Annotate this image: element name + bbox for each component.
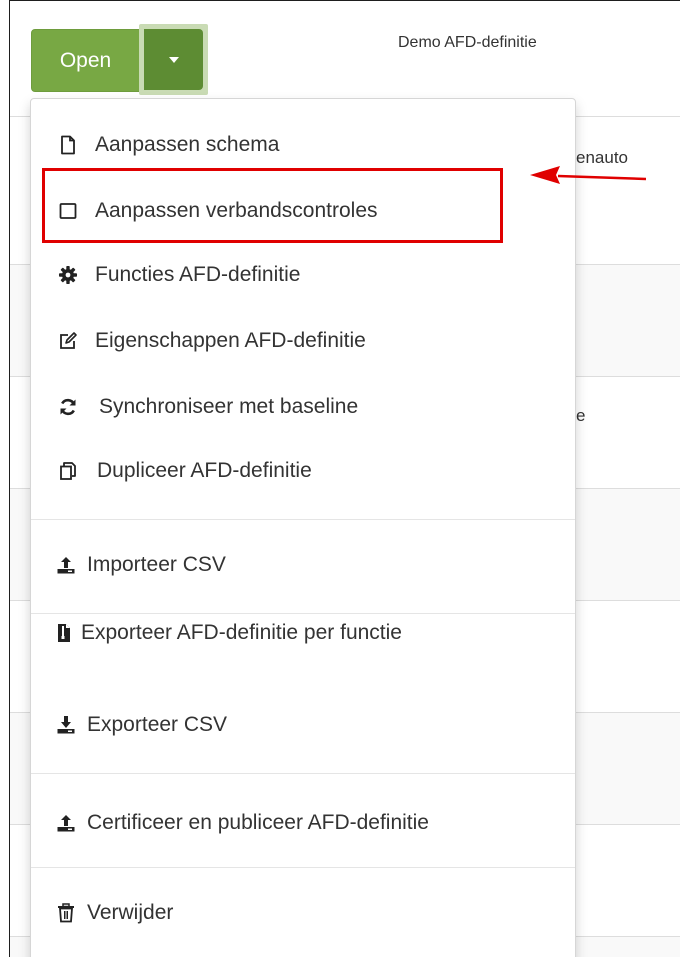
- menu-item-label: Eigenschappen AFD-definitie: [95, 329, 366, 352]
- refresh-icon: [55, 394, 81, 420]
- square-outline-icon: [55, 198, 81, 224]
- menu-item-certificeer[interactable]: Certificeer en publiceer AFD-definitie: [31, 801, 575, 845]
- dropdown-toggle-button[interactable]: [139, 24, 208, 95]
- menu-item-synchroniseer[interactable]: Synchroniseer met baseline: [31, 385, 575, 429]
- menu-divider: [31, 867, 575, 868]
- file-outline-icon: [55, 132, 81, 158]
- menu-item-functies[interactable]: Functies AFD-definitie: [31, 253, 575, 297]
- menu-item-label: Importeer CSV: [87, 553, 226, 576]
- menu-item-label: Aanpassen verbandscontroles: [95, 199, 378, 222]
- menu-item-dupliceer[interactable]: Dupliceer AFD-definitie: [31, 449, 575, 493]
- menu-item-label: Exporteer CSV: [87, 713, 228, 736]
- caret-down-icon: [168, 56, 179, 63]
- menu-divider: [31, 773, 575, 774]
- copy-icon: [55, 458, 81, 484]
- menu-item-aanpassen-schema[interactable]: Aanpassen schema: [31, 123, 575, 167]
- table-cell-text: e: [576, 406, 586, 425]
- trash-icon: [53, 900, 79, 926]
- open-button[interactable]: Open: [31, 29, 140, 92]
- menu-item-label: Functies AFD-definitie: [95, 263, 301, 286]
- menu-item-label: Synchroniseer met baseline: [99, 395, 359, 418]
- edit-icon: [55, 328, 81, 354]
- actions-dropdown-menu: Aanpassen schema Aanpassen verbandscontr…: [30, 98, 576, 957]
- menu-item-label: Certificeer en publiceer AFD-definitie: [87, 811, 429, 834]
- menu-item-aanpassen-verbandscontroles[interactable]: Aanpassen verbandscontroles: [31, 189, 575, 233]
- file-export-icon: [51, 620, 77, 646]
- gear-icon: [55, 262, 81, 288]
- menu-divider: [31, 519, 575, 520]
- menu-item-label: Aanpassen schema: [95, 133, 280, 156]
- download-icon: [53, 712, 79, 738]
- page-title: Demo AFD-definitie: [398, 34, 537, 51]
- menu-item-eigenschappen[interactable]: Eigenschappen AFD-definitie: [31, 319, 575, 363]
- menu-item-exporteer-csv[interactable]: Exporteer CSV: [31, 703, 575, 747]
- menu-item-verwijder[interactable]: Verwijder: [31, 891, 575, 935]
- menu-item-label: Dupliceer AFD-definitie: [97, 459, 312, 482]
- dropdown-toggle-inner[interactable]: [144, 29, 203, 90]
- menu-item-importeer-csv[interactable]: Importeer CSV: [31, 543, 575, 587]
- menu-item-exporteer-per-functie[interactable]: Exporteer AFD-definitie per functie: [31, 611, 575, 655]
- menu-item-label: Verwijder: [87, 901, 174, 924]
- upload-icon: [53, 810, 79, 836]
- annotation-arrow: [530, 166, 646, 184]
- upload-icon: [53, 552, 79, 578]
- menu-item-label: Exporteer AFD-definitie per functie: [81, 621, 402, 644]
